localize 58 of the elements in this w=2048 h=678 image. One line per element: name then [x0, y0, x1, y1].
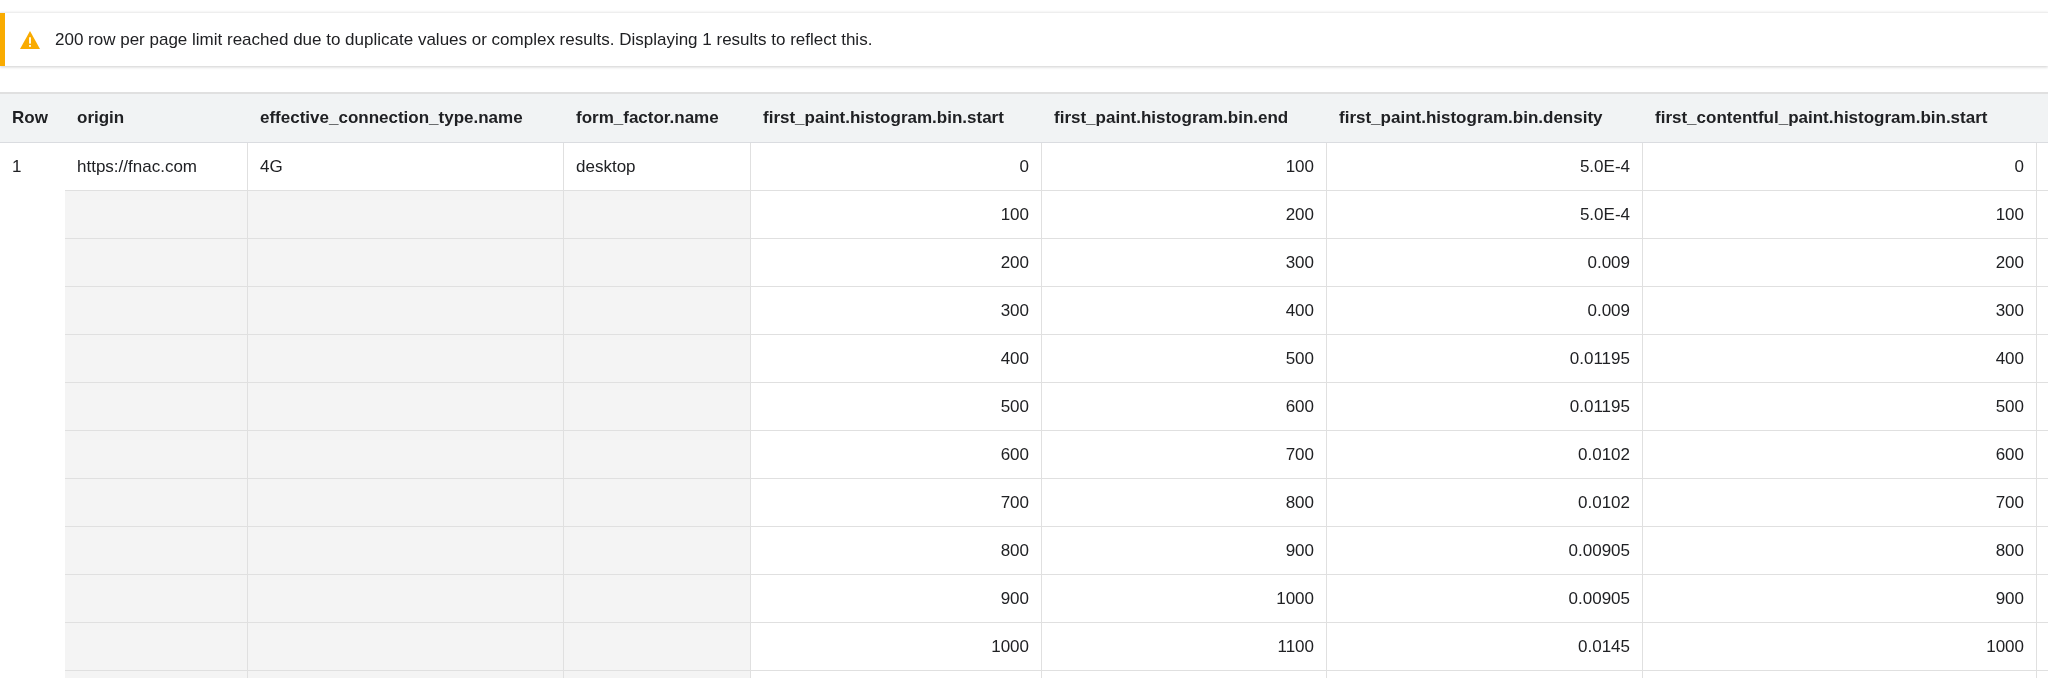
table-cell-text: 5.0E-4: [1579, 155, 1630, 178]
table-cell-text: 500: [1000, 395, 1029, 418]
table-cell-text: 0.0102: [1578, 491, 1630, 514]
column-header[interactable]: first_contentful_paint.histogram.bin.start: [1643, 94, 2037, 142]
table-cell-text: 400: [1000, 347, 1029, 370]
table-cell-text: desktop: [576, 155, 636, 178]
table-cell-text: 600: [1995, 443, 2024, 466]
table-cell-text: 900: [1285, 539, 1314, 562]
table-cell-text: https://fnac.com: [77, 155, 197, 178]
table-cell-text: 0.00905: [1568, 587, 1630, 610]
table-cell-text: 1100: [1277, 635, 1314, 658]
column-header[interactable]: first_paint.histogram.bin.start: [751, 94, 1042, 142]
warning-message: 200 row per page limit reached due to duplicate values or complex results. Displaying 1 results to reflect this.: [55, 28, 873, 51]
table-cell-text: 500: [1285, 347, 1314, 370]
table-cell-text: 0.0102: [1578, 443, 1630, 466]
table-cell-text: 800: [1000, 539, 1029, 562]
table-cell-text: 300: [1995, 299, 2024, 322]
table-cell-text: 0: [2014, 155, 2024, 178]
table-cell-text: 300: [1285, 251, 1314, 274]
table-cell-text: 1000: [991, 635, 1029, 658]
table-cell-text: 100: [1995, 203, 2024, 226]
column-header[interactable]: first_paint.histogram.bin.density: [1327, 94, 1643, 142]
table-cell-text: 0.01195: [1569, 395, 1630, 418]
table-cell-text: 900: [1995, 587, 2024, 610]
table-cell-text: 700: [1285, 443, 1314, 466]
table-cell-text: 100: [1000, 203, 1029, 226]
table-cell-text: 400: [1285, 299, 1314, 322]
table-cell-text: 5.0E-4: [1579, 203, 1630, 226]
table-cell-text: 0.009: [1587, 299, 1630, 322]
column-header[interactable]: form_factor.name: [564, 94, 751, 142]
column-header[interactable]: first_paint.histogram.bin.end: [1042, 94, 1327, 142]
table-cell-text: 1000: [1986, 635, 2024, 658]
table-cell-text: 700: [1995, 491, 2024, 514]
table-cell-text: 300: [1000, 299, 1029, 322]
table-cell-text: 0.00905: [1568, 539, 1630, 562]
table-cell-text: 700: [1000, 491, 1029, 514]
table-cell-text: 800: [1285, 491, 1314, 514]
column-header[interactable]: Row: [0, 94, 65, 142]
column-header[interactable]: origin: [65, 94, 248, 142]
table-cell-text: 0.01195: [1569, 347, 1630, 370]
table-cell-text: 400: [1995, 347, 2024, 370]
table-cell-text: 900: [1000, 587, 1029, 610]
table-cell-text: 4G: [260, 155, 283, 178]
row-number: 1: [12, 156, 22, 179]
warning-icon: [19, 29, 41, 50]
table-cell-text: 100: [1285, 155, 1314, 178]
table-cell-text: 600: [1000, 443, 1029, 466]
table-cell-text: 0: [1019, 155, 1029, 178]
column-header[interactable]: effective_connection_type.name: [248, 94, 564, 142]
table-cell-text: 1000: [1276, 587, 1314, 610]
table-cell-text: 0.009: [1587, 251, 1630, 274]
table-cell-text: 500: [1995, 395, 2024, 418]
table-cell-text: 200: [1995, 251, 2024, 274]
table-cell-text: 0.0145: [1578, 635, 1630, 658]
table-cell-text: 600: [1285, 395, 1314, 418]
table-cell-text: 200: [1285, 203, 1314, 226]
table-cell-text: 800: [1995, 539, 2024, 562]
table-cell-text: 200: [1000, 251, 1029, 274]
